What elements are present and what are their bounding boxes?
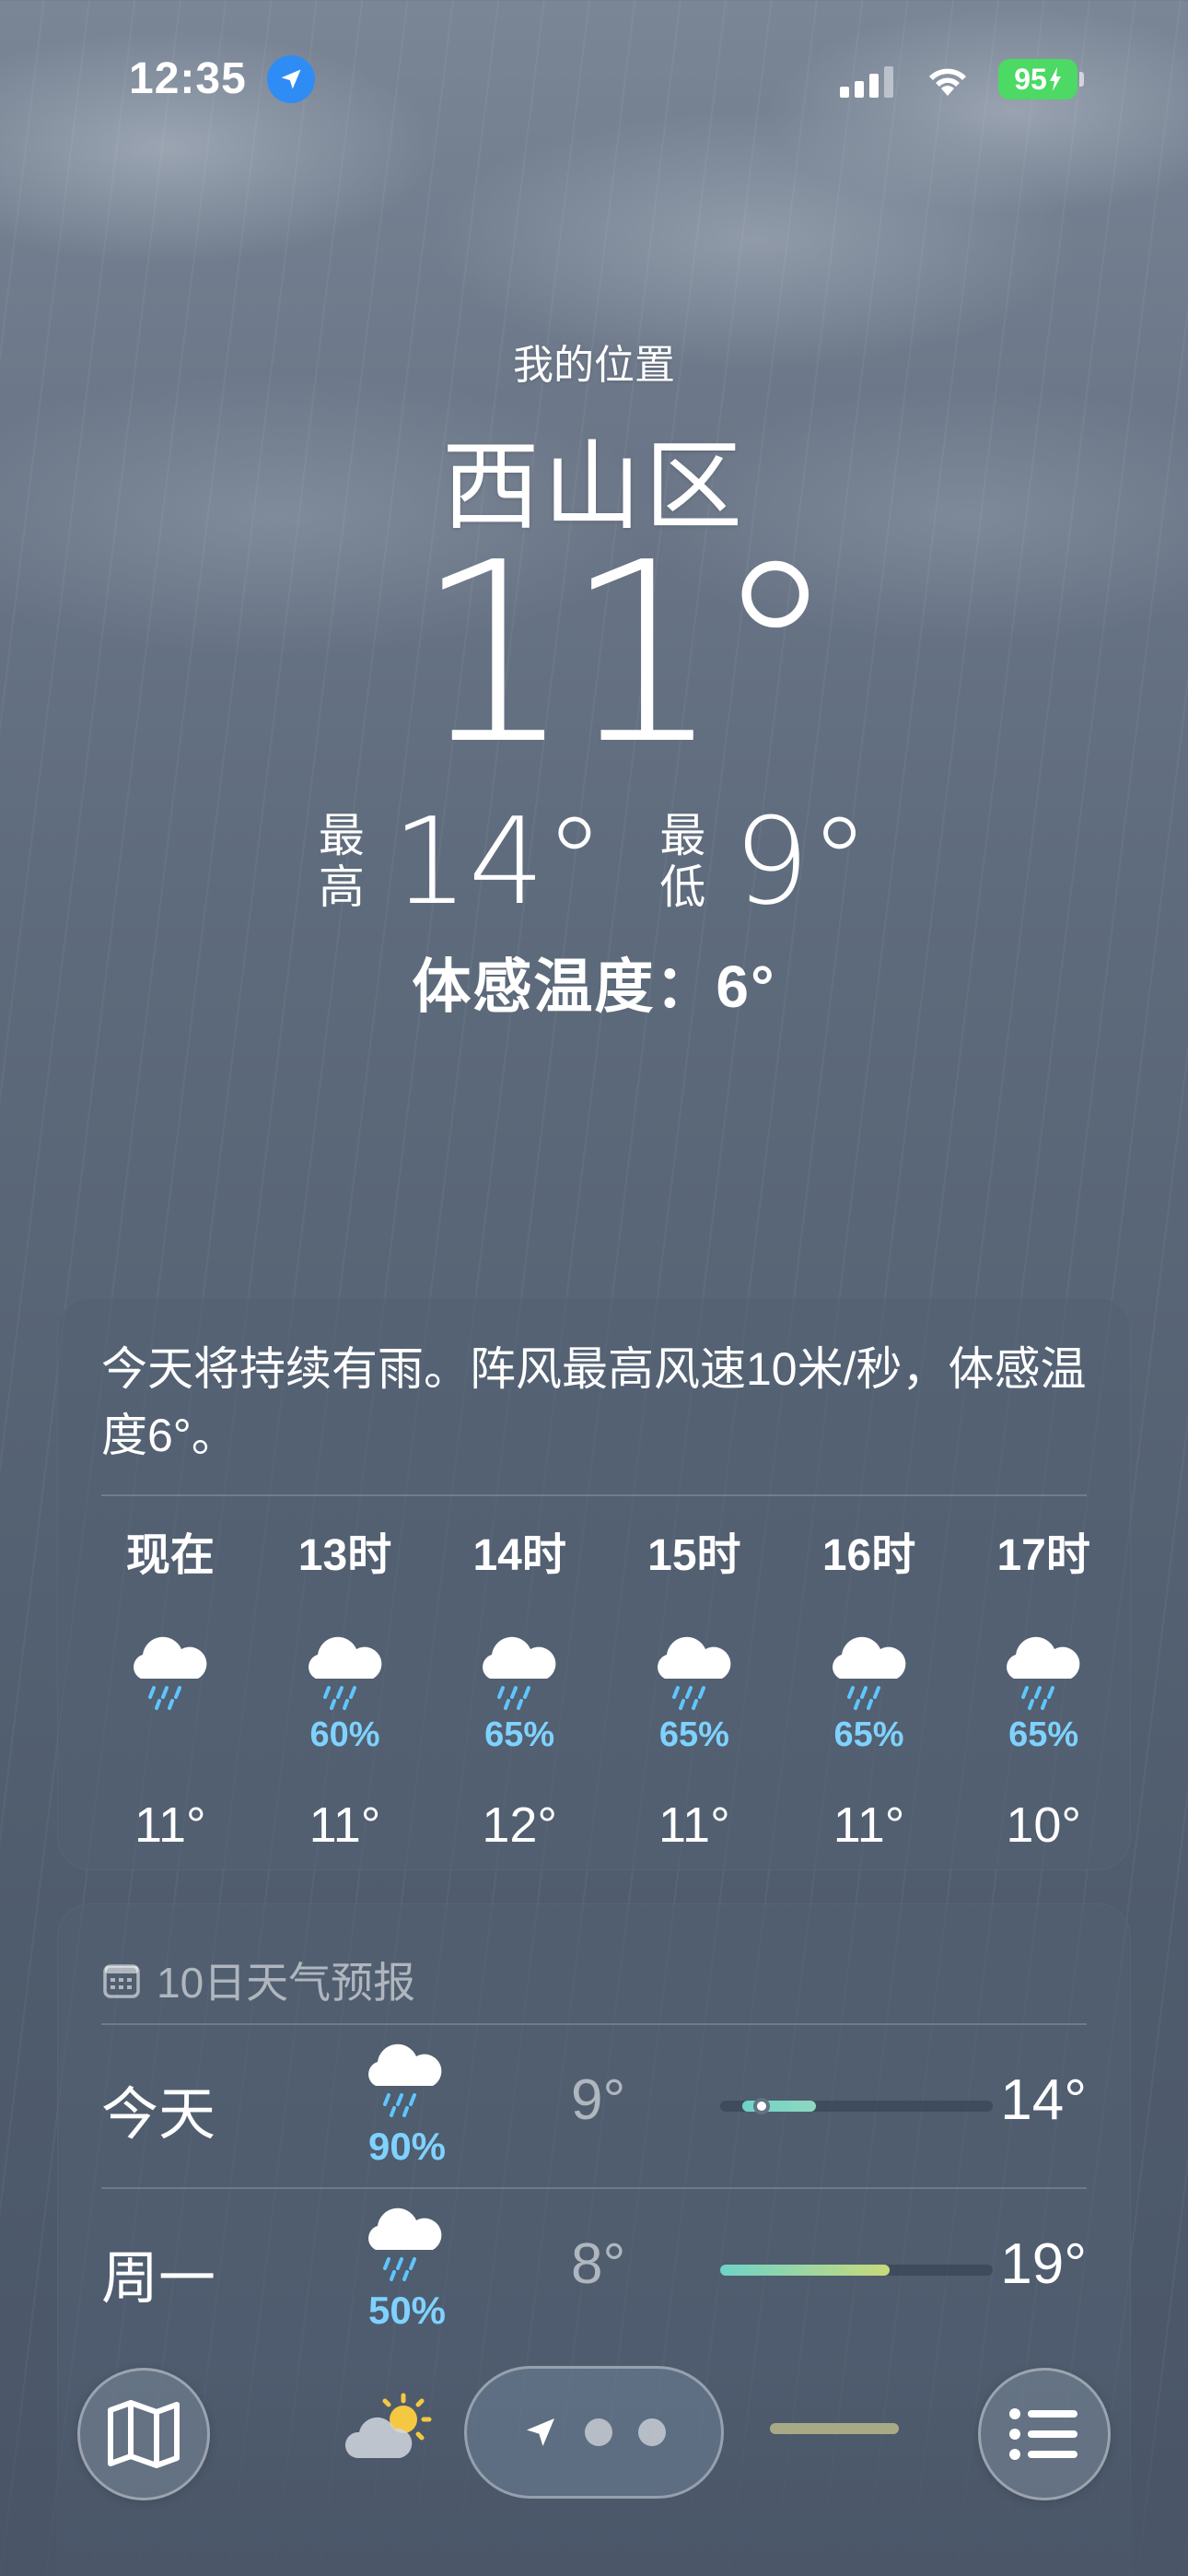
high-temperature: 14° bbox=[391, 791, 605, 931]
day-icon bbox=[350, 2038, 460, 2125]
hour-label: 16时 bbox=[821, 1531, 916, 1580]
weather-summary: 今天将持续有雨。阵风最高风速10米/秒，体感温度6°。 bbox=[101, 1343, 1087, 1461]
hour-temp: 11° bbox=[134, 1797, 206, 1853]
card-divider bbox=[101, 1494, 1087, 1496]
hourly-item: 16时 65% 11° bbox=[782, 1524, 957, 1854]
current-temperature: 11° bbox=[414, 509, 838, 799]
rain-cloud-icon bbox=[1007, 1636, 1080, 1710]
precip-chance: 65% bbox=[833, 1715, 904, 1754]
day-icon bbox=[350, 2202, 460, 2289]
day-name: 今天 bbox=[101, 2083, 216, 2147]
high-label-1: 最 bbox=[318, 810, 365, 861]
day-name: 周一 bbox=[101, 2247, 216, 2311]
partly-sunny-icon bbox=[339, 2392, 440, 2470]
rain-cloud-icon bbox=[133, 1636, 207, 1710]
list-icon bbox=[1009, 2408, 1077, 2460]
low-label: 最 低 bbox=[659, 810, 705, 913]
hour-label: 17时 bbox=[996, 1531, 1090, 1580]
list-button[interactable] bbox=[978, 2368, 1111, 2500]
battery-tip bbox=[1079, 72, 1084, 87]
day-low: 8° bbox=[571, 2232, 626, 2296]
hourly-item: 14时 65% 12° bbox=[432, 1524, 607, 1854]
day-row[interactable]: 周一 50% 8° 19° bbox=[101, 2187, 1087, 2351]
hour-label: 现在 bbox=[125, 1531, 215, 1580]
hour-temp: 11° bbox=[833, 1797, 905, 1853]
current-temp-marker bbox=[752, 2098, 770, 2114]
map-icon bbox=[108, 2400, 180, 2468]
hourly-item: 13时 60% 11° bbox=[258, 1524, 433, 1854]
precip-chance: 65% bbox=[658, 1715, 729, 1754]
hour-temp: 10° bbox=[1006, 1797, 1082, 1853]
hour-temp: 12° bbox=[482, 1797, 558, 1853]
my-location-label: 我的位置 bbox=[513, 343, 675, 388]
day-high: 19° bbox=[1000, 2232, 1087, 2296]
location-services-icon bbox=[267, 55, 315, 103]
hour-label: 15时 bbox=[647, 1531, 741, 1580]
precip-chance: 65% bbox=[1008, 1715, 1079, 1754]
low-label-1: 最 bbox=[659, 810, 706, 861]
hourly-forecast-card[interactable]: 今天将持续有雨。阵风最高风速10米/秒，体感温度6°。 现在 11° 13时 60% 1… bbox=[57, 1297, 1131, 1870]
rain-cloud-icon bbox=[483, 1636, 556, 1710]
hour-icon bbox=[650, 1612, 739, 1714]
temp-range-fill bbox=[720, 2265, 890, 2276]
calendar-icon bbox=[103, 1964, 140, 1998]
hour-label: 14时 bbox=[472, 1531, 566, 1580]
low-label-2: 低 bbox=[659, 861, 706, 913]
day-precip-chance: 90% bbox=[367, 2125, 447, 2168]
hour-temp: 11° bbox=[658, 1797, 730, 1853]
rain-cloud-icon bbox=[657, 1636, 731, 1710]
hour-icon bbox=[825, 1612, 914, 1714]
high-label-2: 高 bbox=[318, 861, 365, 913]
hour-icon bbox=[475, 1612, 564, 1714]
ten-day-title: 10日天气预报 bbox=[157, 1959, 416, 2007]
precip-chance: 65% bbox=[484, 1715, 555, 1754]
charging-bolt-icon bbox=[1049, 67, 1061, 91]
hour-icon bbox=[999, 1612, 1088, 1714]
hourly-item: 17时 65% 10° bbox=[956, 1524, 1131, 1854]
status-bar: 12:35 95 bbox=[0, 0, 1188, 147]
temp-range-bar bbox=[720, 2265, 993, 2276]
temp-range-bar-partial bbox=[770, 2423, 899, 2434]
battery-level: 95 bbox=[1014, 62, 1047, 96]
cellular-signal-icon bbox=[840, 64, 893, 98]
day-precip-chance: 50% bbox=[367, 2289, 447, 2332]
hourly-list[interactable]: 现在 11° 13时 60% 11° 14时 65% 12° 15时 65% 11° 16时 65% 11… bbox=[57, 1524, 1131, 1854]
rain-cloud-icon bbox=[368, 2043, 442, 2117]
battery-indicator: 95 bbox=[998, 59, 1077, 100]
day-high: 14° bbox=[1000, 2068, 1087, 2132]
temp-range-bar bbox=[720, 2098, 993, 2114]
hourly-item: 现在 11° bbox=[83, 1524, 258, 1854]
day-row[interactable]: 今天 90% 9° 14° bbox=[101, 2023, 1087, 2187]
day-list: 今天 90% 9° 14° 周一 50% 8° 19° bbox=[57, 2023, 1131, 2351]
ten-day-header: 10日天气预报 bbox=[57, 1903, 1131, 2023]
hour-icon bbox=[126, 1612, 215, 1714]
hour-label: 13时 bbox=[297, 1531, 392, 1580]
feels-like: 体感温度：6° bbox=[412, 954, 776, 1020]
rain-cloud-icon bbox=[832, 1636, 905, 1710]
hour-temp: 11° bbox=[309, 1797, 381, 1853]
status-time: 12:35 bbox=[129, 54, 247, 103]
location-arrow-icon[interactable] bbox=[522, 2414, 559, 2451]
location-pager[interactable] bbox=[464, 2366, 724, 2499]
rain-cloud-icon bbox=[308, 1636, 381, 1710]
rain-cloud-icon bbox=[368, 2207, 442, 2281]
page-dot[interactable] bbox=[585, 2418, 612, 2446]
day-low: 9° bbox=[571, 2068, 626, 2132]
precip-chance: 60% bbox=[309, 1715, 380, 1754]
map-button[interactable] bbox=[77, 2368, 210, 2500]
high-label: 最 高 bbox=[319, 810, 365, 913]
low-temperature: 9° bbox=[733, 791, 870, 931]
page-dot[interactable] bbox=[638, 2418, 666, 2446]
high-low-row: 最 高 14° 最 低 9° bbox=[0, 802, 1188, 921]
wifi-icon bbox=[924, 61, 972, 102]
hourly-item: 15时 65% 11° bbox=[607, 1524, 782, 1854]
hour-icon bbox=[301, 1612, 390, 1714]
